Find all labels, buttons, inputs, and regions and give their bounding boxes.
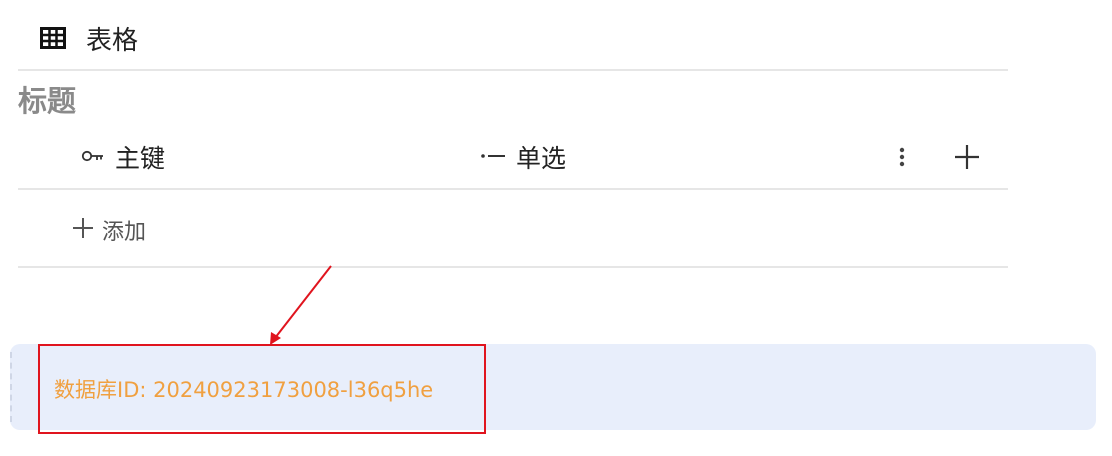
- vertical-dots-icon: [899, 147, 905, 167]
- add-row-button[interactable]: 添加: [72, 210, 146, 250]
- key-icon: [81, 148, 105, 167]
- column-label: 单选: [516, 144, 567, 173]
- page: 表格 标题 主键 单选 添加 数据库ID: 20240923173008-l36…: [0, 0, 1112, 456]
- plus-icon: [72, 217, 94, 243]
- column-header-divider: [18, 188, 1008, 190]
- column-header-single-select[interactable]: 单选: [480, 134, 566, 180]
- table-grid-icon: [40, 25, 66, 51]
- column-label: 主键: [115, 144, 166, 173]
- single-select-icon: [480, 148, 506, 167]
- view-tab-title: 表格: [86, 25, 139, 56]
- view-tab-header[interactable]: 表格: [40, 16, 138, 60]
- database-title[interactable]: 标题: [18, 78, 76, 120]
- plus-icon: [955, 145, 979, 169]
- more-options-button[interactable]: [890, 142, 914, 172]
- table-bottom-divider: [18, 266, 1008, 268]
- add-row-label: 添加: [102, 220, 147, 245]
- annotation-highlight-box: [38, 344, 486, 434]
- column-header-row: 主键 单选: [18, 134, 1008, 180]
- header-divider: [18, 69, 1008, 71]
- add-column-button[interactable]: [950, 140, 984, 174]
- column-header-primary-key[interactable]: 主键: [81, 134, 165, 180]
